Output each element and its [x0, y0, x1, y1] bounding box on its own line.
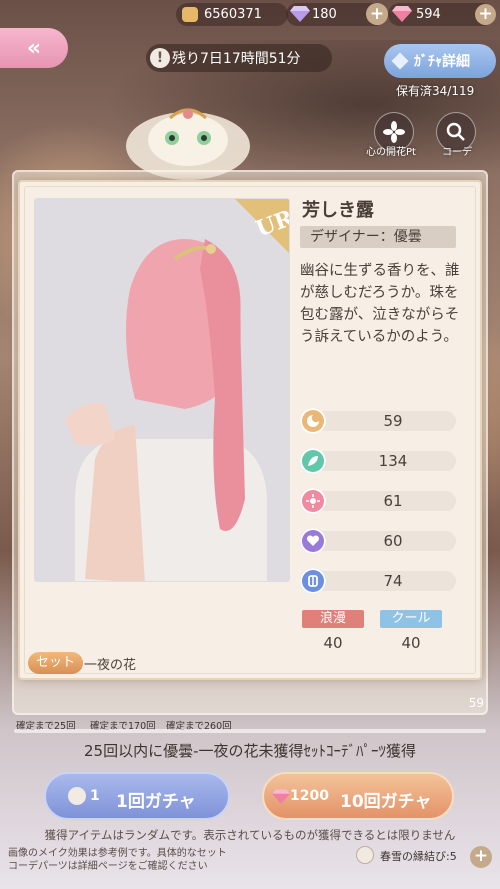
- ticket-counter: 春雪の縁結び:5: [356, 846, 457, 864]
- gacha-detail-label: ｶﾞﾁｬ詳細: [414, 54, 470, 70]
- elegance-icon: [300, 408, 326, 434]
- promo-text: 25回以内に優曇-一夜の花未獲得ｾｯﾄｺｰﾃﾞﾊﾟｰﾂ獲得: [83, 742, 416, 760]
- gold-coin-icon: [182, 7, 198, 22]
- style-value-romantic: 40: [323, 634, 343, 652]
- stat-sexy: 60: [300, 528, 456, 554]
- pink-diamond-counter: 594 +: [388, 3, 496, 26]
- add-pink-diamond-button[interactable]: +: [475, 4, 496, 25]
- flower-icon: [383, 121, 405, 143]
- ten-gacha-button[interactable]: 1200 10回ガチャ: [262, 772, 454, 820]
- stat-value: 134: [378, 452, 408, 470]
- random-note: 獲得アイテムはランダムです。表示されているものが獲得できるとは限りません: [44, 828, 456, 842]
- freshness-icon: [300, 448, 326, 474]
- stat-sweetness: 61: [300, 488, 456, 514]
- cool-icon: [300, 568, 326, 594]
- ten-cost: 1200: [290, 788, 329, 804]
- diamond-shape-icon: [391, 52, 409, 70]
- gold-counter: 6560371: [176, 3, 288, 26]
- back-button[interactable]: «: [0, 28, 68, 68]
- single-gacha-button[interactable]: 1 1回ガチャ: [44, 772, 230, 820]
- item-portrait-image: UR: [34, 198, 290, 582]
- add-ticket-button[interactable]: +: [470, 846, 492, 868]
- image-note: 画像のメイク効果は参考例です。具体的なセット コーデパーツは詳細ページをご確認く…: [8, 847, 227, 873]
- sexy-icon: [300, 528, 326, 554]
- item-title: 芳しき露: [302, 200, 374, 221]
- set-badge: セット: [28, 652, 84, 674]
- style-tag-romantic: 浪漫: [302, 610, 364, 628]
- single-cost: 1: [90, 788, 100, 804]
- item-description: 幽谷に生ずる香りを、誰が慈しむだろうか。珠を包む露が、泣きながらそう訴えているか…: [300, 263, 460, 345]
- add-gold-button[interactable]: +: [366, 3, 388, 25]
- set-name[interactable]: 一夜の花: [84, 654, 136, 673]
- pink-diamond-icon: [272, 789, 290, 808]
- pink-diamond-value: 594: [416, 7, 441, 22]
- item-detail-card: UR 芳しき露 デザイナー：優曇 幽谷に生ずる香りを、誰が慈しむだろうか。珠を包…: [18, 180, 482, 680]
- stat-value: 61: [383, 492, 403, 510]
- coordinate-label: コーデ: [442, 147, 472, 158]
- currency-bar: 6560371 180 + 594 +: [0, 0, 500, 30]
- heart-flower-label: 心の開花Pt: [366, 147, 416, 158]
- gacha-detail-button[interactable]: ｶﾞﾁｬ詳細: [384, 44, 496, 78]
- stat-elegance: 59: [300, 408, 456, 434]
- style-value-cool: 40: [401, 634, 421, 652]
- diamond-value: 180: [312, 7, 337, 22]
- designer-label: デザイナー：優曇: [300, 226, 456, 248]
- ticket-icon: [356, 846, 374, 864]
- ticket-icon: [68, 787, 86, 805]
- stat-cool: 74: [300, 568, 456, 594]
- sweetness-icon: [300, 488, 326, 514]
- single-label: 1回ガチャ: [116, 792, 196, 812]
- stat-value: 59: [383, 412, 403, 430]
- alert-icon: !: [150, 48, 170, 68]
- gold-value: 6560371: [204, 7, 262, 22]
- event-timer: ! 残り7日17時間51分: [146, 44, 332, 72]
- owned-count: 保有済34/119: [396, 84, 475, 98]
- side-number: 59: [468, 696, 484, 710]
- stat-freshness: 134: [300, 448, 456, 474]
- image-note-line2: コーデパーツは詳細ページをご確認ください: [8, 861, 208, 872]
- ticket-text: 春雪の縁結び:5: [380, 850, 457, 863]
- timer-text: 残り7日17時間51分: [172, 51, 301, 67]
- image-note-line1: 画像のメイク効果は参考例です。具体的なセット: [8, 848, 227, 859]
- stat-value: 60: [383, 532, 403, 550]
- guarantee-progress-track: [14, 729, 486, 733]
- magnifier-icon: [446, 122, 465, 141]
- style-tag-cool: クール: [380, 610, 442, 628]
- stat-value: 74: [383, 572, 403, 590]
- ten-label: 10回ガチャ: [340, 792, 432, 812]
